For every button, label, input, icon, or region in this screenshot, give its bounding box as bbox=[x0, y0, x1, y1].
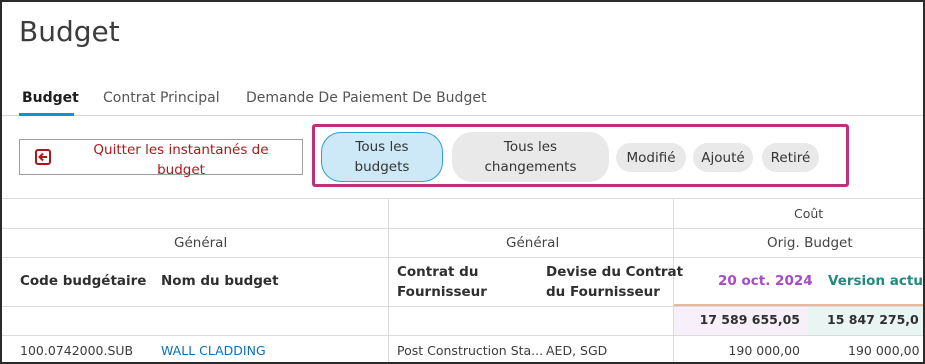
column-header-currency[interactable]: Devise du Contrat du Fournisseur bbox=[546, 262, 683, 302]
quit-snapshots-label: Quitter les instantanés de budget bbox=[93, 142, 269, 178]
column-header-code[interactable]: Code budgétaire bbox=[20, 273, 146, 289]
column-header-snapshot-date[interactable]: 20 oct. 2024 bbox=[718, 273, 813, 289]
row-snapshot-value: 190 000,00 bbox=[728, 343, 800, 358]
tab-contrat-principal[interactable]: Contrat Principal bbox=[103, 90, 220, 106]
total-current: 15 847 275,0 bbox=[827, 312, 919, 327]
column-header-name[interactable]: Nom du budget bbox=[161, 273, 279, 289]
row-current-value: 190 000,00 bbox=[848, 343, 920, 358]
filter-all-budgets[interactable]: Tous les budgets bbox=[321, 132, 443, 182]
tab-demande-paiement[interactable]: Demande De Paiement De Budget bbox=[246, 90, 486, 106]
column-header-current-version[interactable]: Version actuell bbox=[828, 273, 923, 289]
row-currency: AED, SGD bbox=[546, 343, 608, 358]
app-window: Budget Budget Contrat Principal Demande … bbox=[0, 0, 925, 364]
filter-all-changes[interactable]: Tous les changements bbox=[452, 132, 609, 182]
filter-added[interactable]: Ajouté bbox=[693, 143, 753, 172]
group-header-general-2: Général bbox=[506, 235, 560, 251]
group-header-cout: Coût bbox=[794, 206, 824, 221]
column-header-contract[interactable]: Contrat du Fournisseur bbox=[397, 262, 487, 302]
row-budget-name-link[interactable]: WALL CLADDING bbox=[161, 343, 266, 358]
row-contract: Post Construction Sta... bbox=[397, 343, 544, 358]
budget-table: Coût Général Général Orig. Budget Code b… bbox=[2, 198, 923, 362]
page-title: Budget bbox=[19, 15, 120, 48]
row-code: 100.0742000.SUB bbox=[20, 343, 134, 358]
exit-icon bbox=[35, 149, 51, 165]
group-header-general-1: Général bbox=[174, 235, 228, 251]
snapshot-accent-line bbox=[674, 304, 923, 306]
tab-budget[interactable]: Budget bbox=[22, 90, 79, 106]
quit-snapshots-button[interactable]: Quitter les instantanés de budget bbox=[19, 139, 303, 178]
tab-bar: Budget Contrat Principal Demande De Paie… bbox=[2, 82, 923, 116]
filter-modified[interactable]: Modifié bbox=[616, 143, 686, 172]
total-snapshot: 17 589 655,05 bbox=[699, 312, 800, 327]
active-tab-indicator bbox=[19, 113, 74, 116]
filter-removed[interactable]: Retiré bbox=[762, 143, 819, 172]
group-header-orig-budget: Orig. Budget bbox=[767, 235, 853, 251]
